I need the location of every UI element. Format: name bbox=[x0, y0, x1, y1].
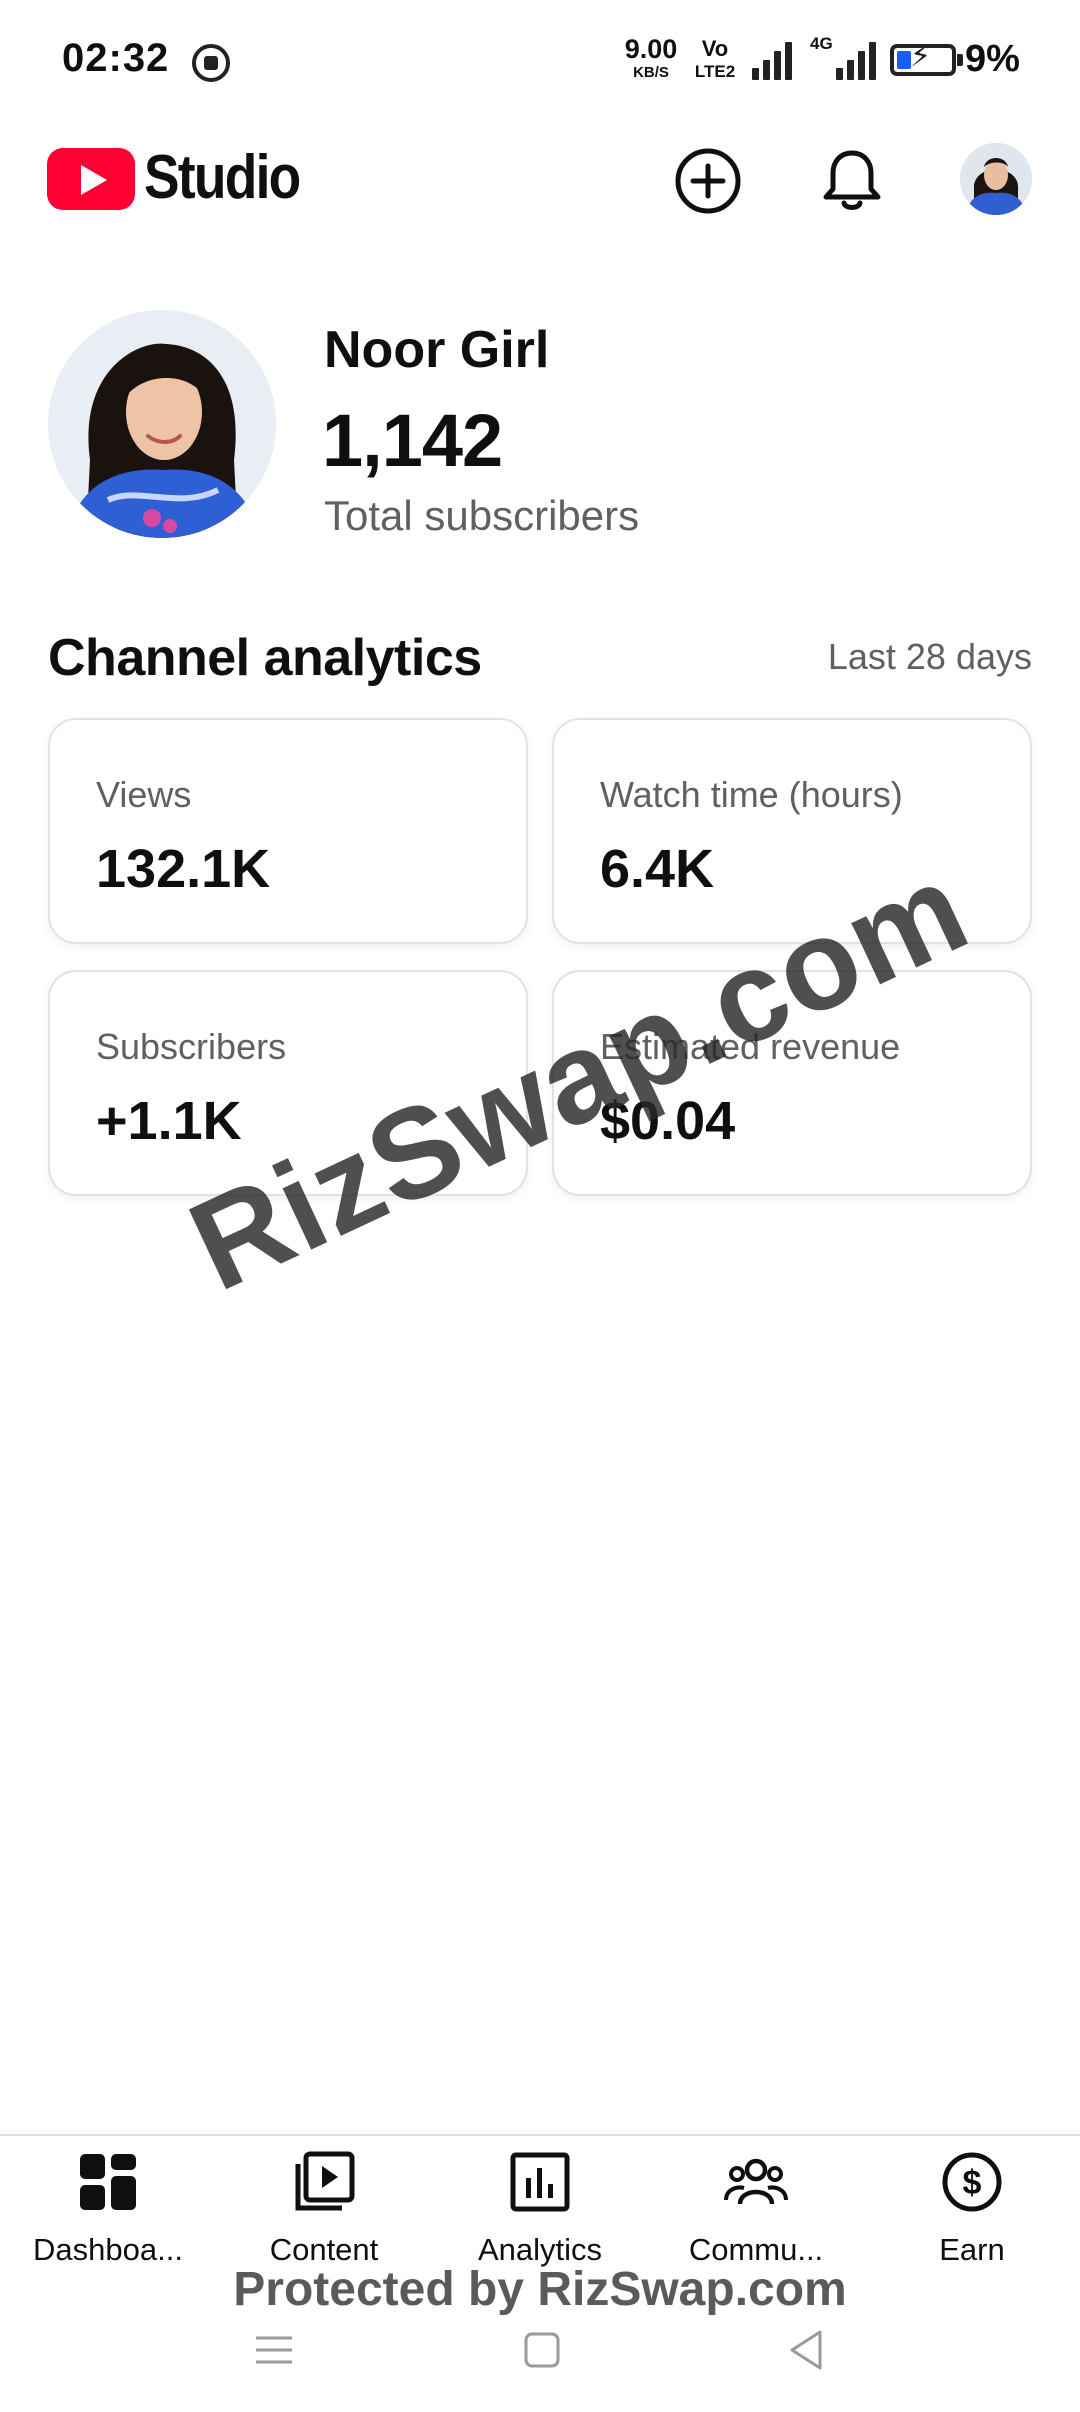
battery-percent: 9% bbox=[965, 38, 1020, 80]
channel-avatar[interactable] bbox=[48, 310, 276, 538]
earn-dollar-icon: $ bbox=[942, 2152, 1002, 2212]
charging-bolt-icon: ⚡︎ bbox=[910, 40, 932, 73]
nav-analytics[interactable]: Analytics bbox=[432, 2136, 648, 2276]
analytics-period: Last 28 days bbox=[827, 636, 1032, 677]
volte-bottom: LTE2 bbox=[694, 62, 736, 81]
card-value: +1.1K bbox=[96, 1091, 242, 1151]
signal-icon-sim2 bbox=[836, 40, 876, 80]
nav-content[interactable]: Content bbox=[216, 2136, 432, 2276]
battery-charging-icon: ⚡︎ bbox=[890, 40, 956, 76]
app-title: Studio bbox=[144, 143, 301, 212]
battery-cap bbox=[957, 54, 963, 66]
account-avatar[interactable] bbox=[960, 143, 1032, 215]
content-icon bbox=[295, 2151, 355, 2211]
card-value: 6.4K bbox=[600, 839, 715, 899]
community-icon bbox=[724, 2158, 788, 2205]
network-type: 4G bbox=[810, 34, 833, 53]
card-label: Views bbox=[96, 774, 192, 815]
card-value: 132.1K bbox=[96, 839, 271, 899]
volte-indicator: Vo LTE2 bbox=[688, 36, 742, 81]
battery-level bbox=[897, 51, 911, 69]
home-icon[interactable] bbox=[522, 2320, 562, 2380]
youtube-logo-icon bbox=[47, 148, 135, 210]
total-subscribers-label: Total subscribers bbox=[324, 492, 640, 539]
status-time: 02:32 bbox=[62, 36, 170, 80]
views-card[interactable]: Views 132.1K bbox=[48, 718, 528, 944]
menu-icon[interactable] bbox=[254, 2320, 294, 2380]
studio-dashboard-screen: 02:32 9.00 KB/S Vo LTE2 4G ⚡︎ 9% Studio … bbox=[0, 0, 1080, 2412]
channel-name: Noor Girl bbox=[324, 321, 550, 379]
create-plus-icon[interactable] bbox=[672, 145, 744, 217]
screen-record-icon bbox=[192, 44, 230, 82]
volte-top: Vo bbox=[701, 36, 729, 61]
nav-dashboard[interactable]: Dashboa... bbox=[0, 2136, 216, 2276]
channel-analytics-title: Channel analytics bbox=[48, 629, 482, 687]
network-speed-unit: KB/S bbox=[633, 64, 669, 81]
dashboard-icon bbox=[80, 2154, 136, 2210]
status-bar: 02:32 9.00 KB/S Vo LTE2 4G ⚡︎ 9% bbox=[0, 0, 1080, 120]
nav-community[interactable]: Commu... bbox=[648, 2136, 864, 2276]
analytics-icon bbox=[510, 2152, 570, 2212]
nav-earn[interactable]: $ Earn bbox=[864, 2136, 1080, 2276]
svg-text:$: $ bbox=[963, 2164, 982, 2202]
network-speed: 9.00 KB/S bbox=[620, 34, 682, 81]
back-icon[interactable] bbox=[786, 2320, 826, 2380]
signal-icon bbox=[752, 40, 792, 80]
notification-bell-icon[interactable] bbox=[816, 145, 888, 217]
network-speed-value: 9.00 bbox=[624, 34, 678, 64]
protected-by-watermark: Protected by RizSwap.com bbox=[233, 2263, 847, 2316]
card-label: Watch time (hours) bbox=[600, 774, 903, 815]
total-subscriber-count: 1,142 bbox=[322, 399, 503, 482]
card-label: Subscribers bbox=[96, 1026, 287, 1067]
bottom-navigation: Dashboa... Content Analytics Commu... $ … bbox=[0, 2134, 1080, 2274]
